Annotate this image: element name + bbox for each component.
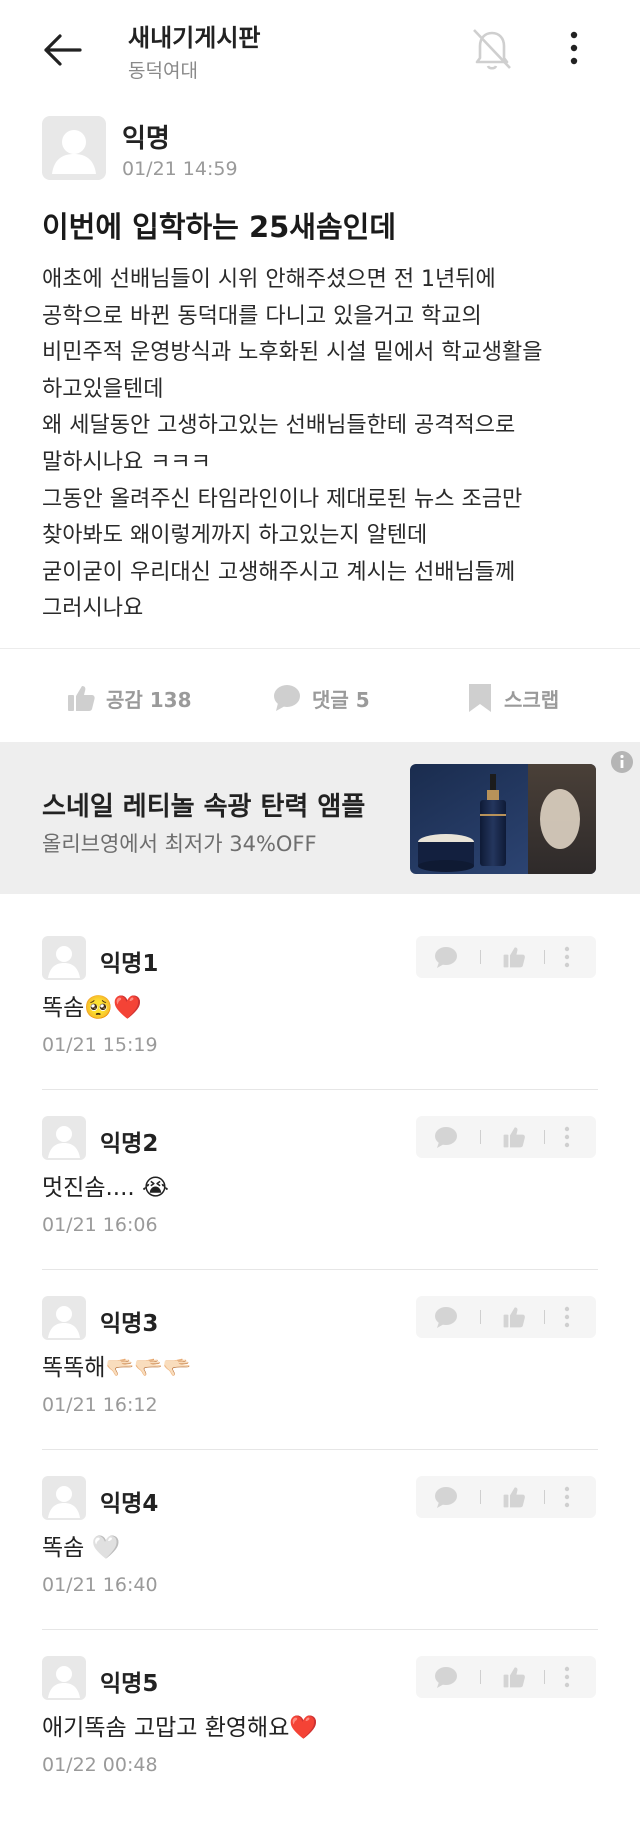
- bookmark-icon: [469, 684, 491, 712]
- comment-divider: [42, 1089, 598, 1090]
- reply-icon[interactable]: [434, 1126, 458, 1148]
- post-line: 비민주적 운영방식과 노후화된 시설 밑에서 학교생활을: [42, 340, 543, 366]
- comment-text: 똑솜🥺❤️: [42, 995, 142, 1021]
- post-line: 굳이굳이 우리대신 고생해주시고 계시는 선배님들께: [42, 559, 516, 585]
- commenter-name: 익명2: [100, 1131, 159, 1157]
- comment-actions: [416, 936, 596, 978]
- reply-icon[interactable]: [434, 1486, 458, 1508]
- commenter-name: 익명5: [100, 1671, 159, 1697]
- post-body: 애초에 선배님들이 시위 안해주셨으면 전 1년뒤에 공학으로 바뀐 동덕대를 …: [42, 262, 602, 628]
- commenter-avatar: [42, 936, 86, 980]
- thumbs-up-icon[interactable]: [502, 1125, 526, 1149]
- reply-icon[interactable]: [434, 1666, 458, 1688]
- like-count: 공감 138: [106, 687, 192, 712]
- notification-off-icon[interactable]: [470, 24, 514, 72]
- comment-text: 똑솜 🤍: [42, 1535, 121, 1561]
- commenter-avatar: [42, 1296, 86, 1340]
- scrap-label: 스크랩: [504, 687, 560, 712]
- commenter-name: 익명1: [100, 951, 159, 977]
- comment-actions: [416, 1656, 596, 1698]
- more-menu-icon[interactable]: [564, 1666, 570, 1688]
- reply-icon[interactable]: [434, 1306, 458, 1328]
- info-icon[interactable]: [610, 750, 634, 774]
- like-button[interactable]: 공감 138: [66, 678, 192, 718]
- commenter-avatar: [42, 1656, 86, 1700]
- thumbs-up-icon[interactable]: [502, 945, 526, 969]
- ad-subtitle[interactable]: 올리브영에서 최저가 34%OFF: [42, 828, 317, 858]
- post-line: 하고있을텐데: [42, 376, 164, 402]
- commenter-avatar: [42, 1116, 86, 1160]
- more-menu-icon[interactable]: [564, 1486, 570, 1508]
- comment-text: 멋진솜.... 😭: [42, 1175, 169, 1201]
- post-line: 왜 세달동안 고생하고있는 선배님들한테 공격적으로: [42, 413, 516, 439]
- scrap-button[interactable]: 스크랩: [466, 678, 559, 718]
- comment-button[interactable]: 댓글 5: [272, 678, 370, 718]
- back-arrow-icon[interactable]: [40, 28, 84, 72]
- ad-product-image[interactable]: [410, 764, 596, 874]
- comment-divider: [42, 1269, 598, 1270]
- commenter-name: 익명3: [100, 1311, 159, 1337]
- reply-icon[interactable]: [434, 946, 458, 968]
- thumbs-up-icon: [68, 686, 95, 711]
- comment-actions: [416, 1476, 596, 1518]
- speech-bubble-icon: [274, 685, 300, 711]
- comment-count: 댓글 5: [312, 687, 370, 712]
- post-line: 찾아봐도 왜이렇게까지 하고있는지 알텐데: [42, 523, 428, 549]
- comment-divider: [42, 1449, 598, 1450]
- commenter-name: 익명4: [100, 1491, 159, 1517]
- post-title: 이번에 입학하는 25새솜인데: [42, 210, 397, 244]
- comment-timestamp: 01/21 15:19: [42, 1034, 158, 1056]
- post-line: 애초에 선배님들이 시위 안해주셨으면 전 1년뒤에: [42, 267, 496, 292]
- comment-text: 똑똑해🫳🏻🫳🏻🫳🏻: [42, 1355, 192, 1381]
- comment-timestamp: 01/21 16:12: [42, 1394, 158, 1416]
- more-menu-icon[interactable]: [566, 30, 582, 66]
- comment-text: 애기똑솜 고맙고 환영해요❤️: [42, 1715, 319, 1741]
- post-line: 공학으로 바뀐 동덕대를 다니고 있을거고 학교의: [42, 303, 482, 329]
- post-author: 익명: [122, 124, 170, 154]
- board-title: 새내기게시판: [128, 24, 261, 52]
- post-timestamp: 01/21 14:59: [122, 158, 238, 180]
- post-line: 말하시나요 ㅋㅋㅋ: [42, 449, 211, 475]
- comment-timestamp: 01/21 16:40: [42, 1574, 158, 1596]
- thumbs-up-icon[interactable]: [502, 1485, 526, 1509]
- comment-actions: [416, 1296, 596, 1338]
- comment-timestamp: 01/22 00:48: [42, 1754, 158, 1776]
- post-line: 그동안 올려주신 타임라인이나 제대로된 뉴스 조금만: [42, 486, 523, 512]
- ad-title[interactable]: 스네일 레티놀 속광 탄력 앰플: [42, 786, 365, 823]
- thumbs-up-icon[interactable]: [502, 1305, 526, 1329]
- divider: [0, 648, 640, 649]
- more-menu-icon[interactable]: [564, 1306, 570, 1328]
- thumbs-up-icon[interactable]: [502, 1665, 526, 1689]
- more-menu-icon[interactable]: [564, 946, 570, 968]
- commenter-avatar: [42, 1476, 86, 1520]
- more-menu-icon[interactable]: [564, 1126, 570, 1148]
- school-name: 동덕여대: [128, 60, 198, 82]
- comment-actions: [416, 1116, 596, 1158]
- author-avatar: [42, 116, 106, 180]
- post-line: 그러시나요: [42, 596, 144, 622]
- comment-divider: [42, 1629, 598, 1630]
- comment-timestamp: 01/21 16:06: [42, 1214, 158, 1236]
